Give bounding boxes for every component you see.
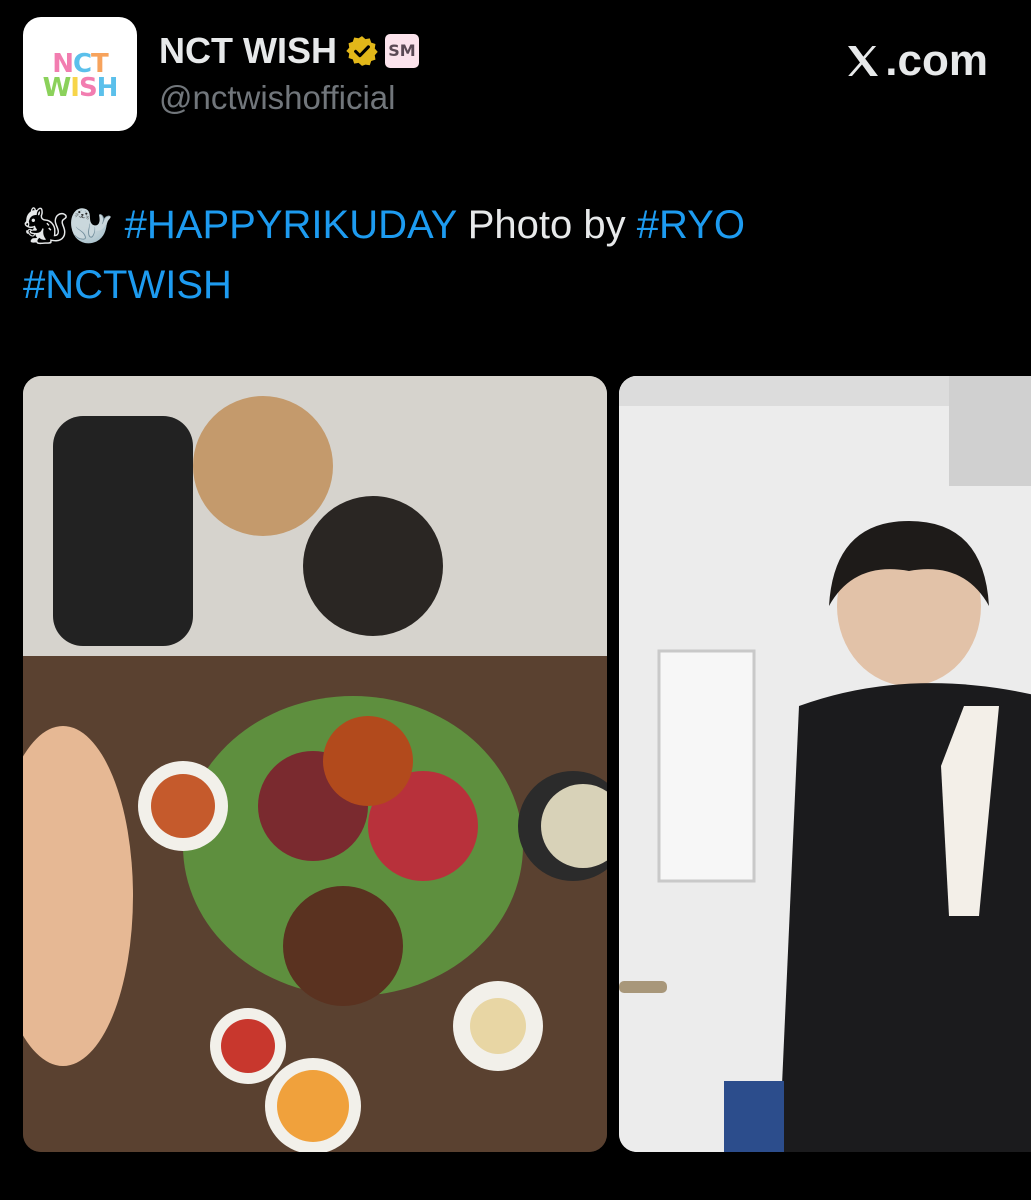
logo-line-2: WISH: [42, 73, 119, 103]
hashtag-ryo[interactable]: #RYO: [637, 203, 745, 247]
logo-letter: H: [96, 73, 119, 103]
seal-emoji: 🦭: [68, 206, 114, 247]
logo-letter: I: [70, 73, 80, 103]
tweet-text-segment: Photo by: [456, 203, 637, 247]
gold-verified-icon: [346, 36, 378, 66]
site-label-text: .com: [885, 36, 988, 85]
profile-avatar[interactable]: NCT WISH: [23, 17, 137, 131]
agency-badge-icon[interactable]: SM: [384, 34, 419, 68]
display-name[interactable]: NCT WISH: [159, 30, 337, 72]
display-name-row[interactable]: NCT WISH SM: [159, 30, 419, 72]
hashtag-happyrikuday[interactable]: #HAPPYRIKUDAY: [125, 203, 457, 247]
x-logo-icon: [848, 46, 879, 76]
media-gallery: [23, 376, 1031, 1152]
logo-letter: W: [42, 73, 72, 103]
hashtag-nctwish[interactable]: #NCTWISH: [23, 263, 232, 307]
agency-badge-label: SM: [388, 41, 416, 60]
site-label: .com: [843, 36, 988, 86]
photo-portrait-illustration: [619, 376, 1031, 1152]
photo-group-dinner-illustration: [23, 376, 607, 1152]
photo-portrait[interactable]: [619, 376, 1031, 1152]
photo-group-dinner[interactable]: [23, 376, 607, 1152]
logo-letter: S: [78, 73, 98, 103]
chipmunk-emoji: 🐿: [23, 206, 69, 247]
tweet-header: NCT WISH NCT WISH SM @nctwishofficial .c…: [0, 0, 1031, 150]
tweet-body: 🐿🦭 #HAPPYRIKUDAY Photo by #RYO #NCTWISH: [23, 196, 983, 314]
account-handle[interactable]: @nctwishofficial: [159, 78, 395, 118]
